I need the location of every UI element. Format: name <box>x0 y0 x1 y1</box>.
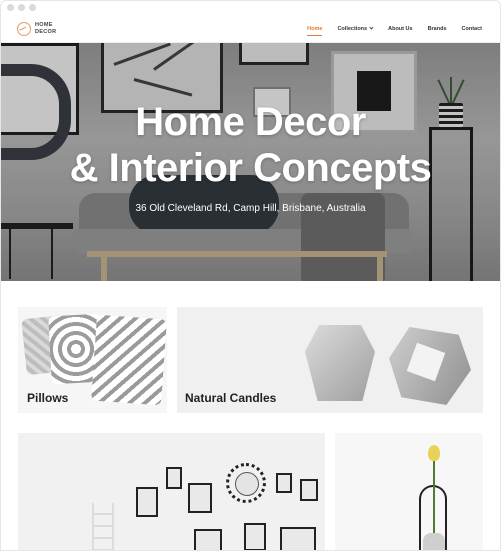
ladder-image <box>92 503 114 550</box>
candle-image <box>305 325 375 401</box>
category-card-wall-art[interactable] <box>18 433 325 550</box>
logo-icon[interactable] <box>17 22 31 36</box>
frame-image <box>194 529 222 550</box>
sunburst-mirror-image <box>226 463 266 503</box>
nav-item-brands[interactable]: Brands <box>428 26 447 32</box>
category-card-pillows[interactable]: Pillows <box>18 307 167 413</box>
chevron-down-icon <box>369 25 374 30</box>
hero-address: 36 Old Cleveland Rd, Camp Hill, Brisbane… <box>135 203 366 214</box>
nav-item-contact[interactable]: Contact <box>462 26 482 32</box>
frame-image <box>280 527 316 550</box>
frame-image <box>276 473 292 493</box>
category-card-vases[interactable] <box>335 433 483 550</box>
hero-banner: Home Decor & Interior Concepts 36 Old Cl… <box>1 43 500 281</box>
window-dot-icon <box>18 4 25 11</box>
vase-image <box>423 533 445 550</box>
page-frame: HOME DECOR Home Collections About Us Bra… <box>0 14 501 551</box>
brand-name[interactable]: HOME DECOR <box>35 22 56 35</box>
nav-item-collections-label: Collections <box>337 26 368 32</box>
frame-image <box>244 523 266 550</box>
frame-image <box>166 467 182 489</box>
nav-menu: Home Collections About Us Brands Contact <box>307 25 482 36</box>
frame-image <box>300 479 318 501</box>
category-label-pillows: Pillows <box>27 391 69 405</box>
nav-item-home[interactable]: Home <box>307 26 323 36</box>
category-card-natural-candles[interactable]: Natural Candles <box>177 307 483 413</box>
cushion-image <box>91 314 167 406</box>
flower-image <box>428 445 440 461</box>
frame-image <box>136 487 158 517</box>
hero-title-line-2: & Interior Concepts <box>69 146 432 190</box>
brand-line-2: DECOR <box>35 28 57 35</box>
browser-chrome <box>0 0 501 14</box>
window-dot-icon <box>29 4 36 11</box>
category-label-natural-candles: Natural Candles <box>185 391 277 405</box>
top-navigation: HOME DECOR Home Collections About Us Bra… <box>1 14 500 43</box>
candle-image <box>389 327 471 405</box>
frame-image <box>188 483 212 513</box>
window-dot-icon <box>7 4 14 11</box>
hero-title-line-1: Home Decor <box>135 100 366 144</box>
nav-item-collections[interactable]: Collections <box>337 25 374 32</box>
nav-item-about-us[interactable]: About Us <box>388 26 412 32</box>
